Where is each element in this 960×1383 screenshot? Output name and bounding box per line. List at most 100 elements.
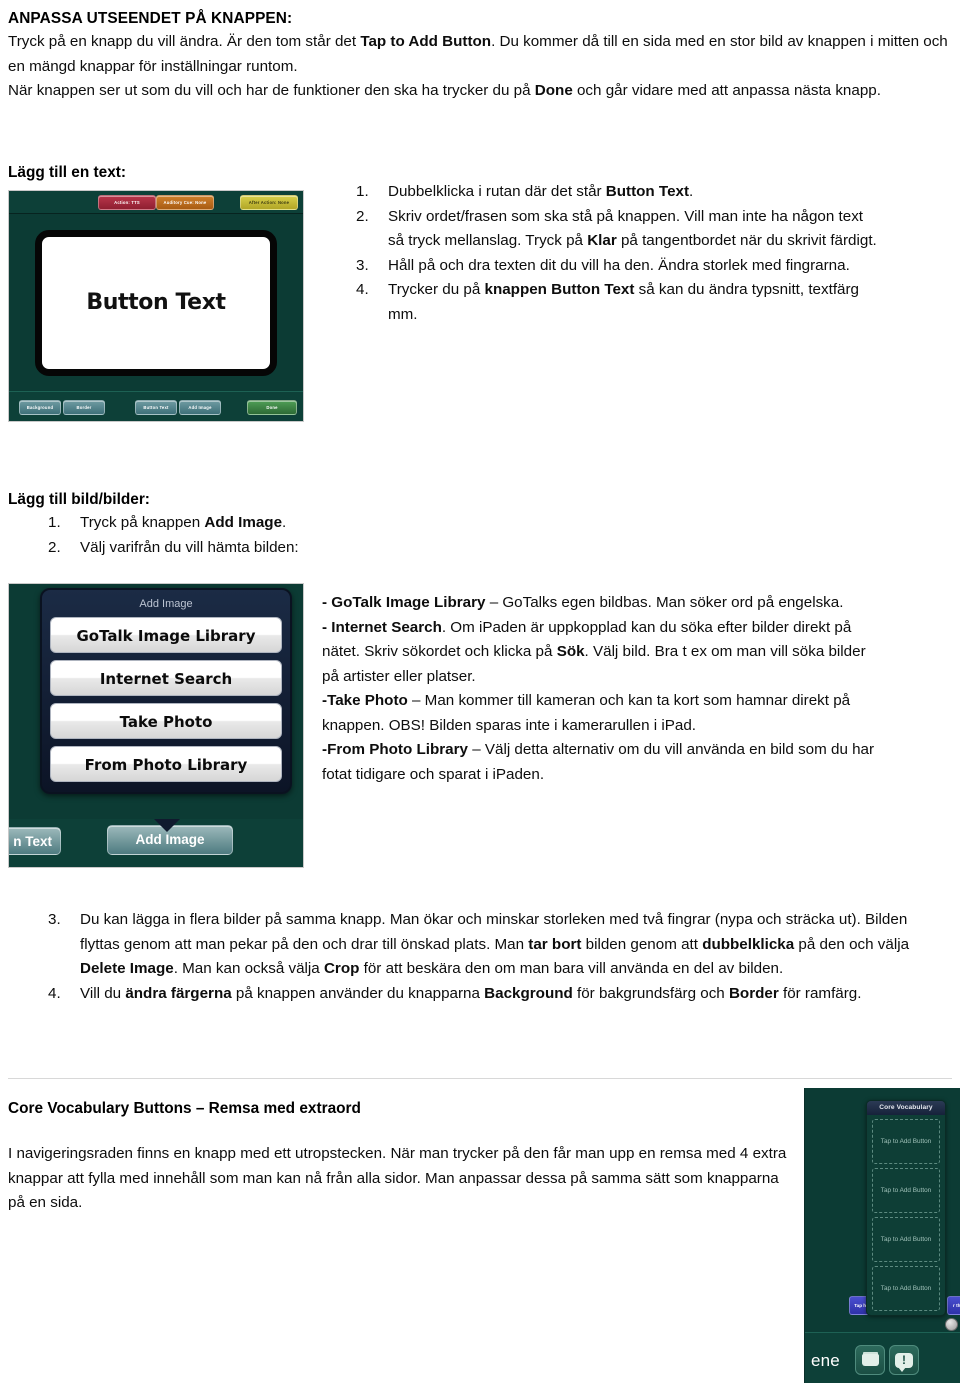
after-action-pill[interactable]: After Action: None	[240, 195, 298, 210]
step-number: 4.	[48, 984, 61, 1002]
add-image-screenshot: n Text Add Image Add Image GoTalk Image …	[8, 583, 304, 868]
folder-icon[interactable]	[855, 1345, 885, 1375]
from-photo-library-option[interactable]: From Photo Library	[50, 746, 282, 782]
list-item: 4. Vill du ändra färgerna på knappen anv…	[44, 982, 924, 1007]
internet-search-option[interactable]: Internet Search	[50, 660, 282, 696]
step-3-seg-3: dubbelklicka	[702, 935, 795, 953]
desc-term-2: Sök	[556, 643, 585, 660]
settings-gear-icon[interactable]	[945, 1318, 958, 1331]
button-editor-canvas-area: Button Text	[9, 213, 303, 392]
core-slot-2[interactable]: Tap to Add Button	[872, 1168, 940, 1213]
desc-term: GoTalk Image Library	[331, 594, 486, 611]
intro-paragraph-1: Tryck på en knapp du vill ändra. Är den …	[8, 30, 952, 79]
core-slot-3[interactable]: Tap to Add Button	[872, 1217, 940, 1262]
core-vocabulary-body: I navigeringsraden finns en knapp med et…	[8, 1142, 798, 1216]
take-photo-option[interactable]: Take Photo	[50, 703, 282, 739]
page-title: ANPASSA UTSEENDET PÅ KNAPPEN:	[8, 10, 293, 27]
desc-term: Take Photo	[327, 692, 408, 709]
desc-term: Internet Search	[331, 618, 442, 636]
action-tts-pill[interactable]: Action: TTS	[98, 195, 156, 210]
core-slot-1[interactable]: Tap to Add Button	[872, 1119, 940, 1164]
step-text-a: Håll på och dra texten dit du vill ha de…	[388, 256, 850, 274]
done-button[interactable]: Done	[247, 400, 297, 415]
desc-internet-search: - Internet Search. Om iPaden är uppkoppl…	[322, 616, 882, 690]
border-button[interactable]: Border	[63, 400, 105, 415]
button-editor-screenshot: Action: TTS Auditory Cue: None After Act…	[8, 190, 304, 422]
step-4-seg-1: ändra färgerna	[125, 984, 232, 1002]
step-text-a: Tryck på knappen	[80, 514, 205, 531]
desc-from-photo-library: -From Photo Library – Välj detta alterna…	[322, 738, 882, 787]
button-editor-top-toolbar: Action: TTS Auditory Cue: None After Act…	[9, 191, 303, 214]
intro-p2-bold: Done	[534, 82, 573, 99]
step-4-seg-0: Vill du	[80, 984, 126, 1002]
image-section-heading: Lägg till bild/bilder:	[8, 491, 150, 508]
step-text-bold: Klar	[587, 232, 617, 249]
add-image-popover: Add Image GoTalk Image Library Internet …	[40, 588, 292, 794]
core-vocabulary-popover: Core Vocabulary Tap to Add Button Tap to…	[866, 1100, 946, 1316]
step-number: 3.	[48, 911, 61, 928]
core-vocabulary-heading: Core Vocabulary Buttons – Remsa med extr…	[8, 1100, 361, 1117]
text-section-heading: Lägg till en text:	[8, 164, 126, 181]
step-number: 1.	[356, 183, 369, 200]
step-3-seg-4: på den och välja	[794, 935, 910, 953]
step-4-seg-2: på knappen använder du knapparna	[231, 984, 485, 1002]
auditory-cue-pill[interactable]: Auditory Cue: None	[156, 195, 214, 210]
intro-p2-part-c: och går vidare med att anpassa nästa kna…	[572, 82, 881, 99]
step-number: 2.	[48, 538, 61, 556]
button-text-toolbar-button[interactable]: n Text	[9, 827, 61, 855]
tap-here-pill-right[interactable]: r the	[947, 1296, 960, 1315]
intro-p2-part-a: När knappen ser ut som du vill och har d…	[8, 82, 535, 99]
button-preview-card[interactable]: Button Text	[35, 229, 277, 376]
step-text-bold: knappen Button Text	[484, 281, 635, 298]
list-item: 1. Tryck på knappen Add Image.	[44, 511, 604, 536]
step-number: 1.	[48, 514, 61, 531]
step-4-seg-5: Border	[728, 984, 779, 1002]
list-item: 1. Dubbelklicka i rutan där det står Butt…	[352, 180, 882, 205]
list-item: 2. Skriv ordet/frasen som ska stå på knap…	[352, 205, 882, 254]
step-text-a: Välj varifrån du vill hämta bilden:	[80, 538, 299, 556]
step-text-bold: Button Text	[605, 183, 690, 200]
button-editor-bottom-toolbar: Background Border Button Text Add Image …	[9, 391, 303, 421]
step-3-seg-2: bilden genom att	[581, 935, 703, 953]
list-item: 3. Håll på och dra texten dit du vill ha …	[352, 254, 882, 279]
intro-section: ANPASSA UTSEENDET PÅ KNAPPEN: Tryck på e…	[8, 7, 952, 104]
add-image-popover-title: Add Image	[139, 598, 193, 610]
add-image-button[interactable]: Add Image	[179, 400, 221, 415]
step-3-seg-5: Delete Image	[80, 960, 174, 977]
popover-arrow-icon	[154, 819, 180, 832]
desc-body: – GoTalks egen bildbas. Man söker ord på…	[485, 594, 844, 611]
core-slot-4[interactable]: Tap to Add Button	[872, 1266, 940, 1311]
core-navigation-bar: ene !	[805, 1332, 960, 1383]
gotalk-image-library-option[interactable]: GoTalk Image Library	[50, 617, 282, 653]
button-preview-text: Button Text	[86, 290, 226, 315]
speech-bubble-exclamation-icon[interactable]: !	[889, 1345, 919, 1375]
desc-take-photo: -Take Photo – Man kommer till kameran oc…	[322, 689, 882, 738]
image-steps-list: 1. Tryck på knappen Add Image. 2. Välj var…	[44, 511, 604, 560]
lower-steps-list: 3. Du kan lägga in flera bilder på samma…	[44, 908, 924, 1006]
page-name-label: ene	[811, 1351, 840, 1370]
step-text-a: Dubbelklicka i rutan där det står	[388, 183, 606, 200]
core-vocabulary-popover-title: Core Vocabulary	[867, 1101, 945, 1115]
step-text-a: Trycker du på	[388, 281, 485, 298]
step-text-c: .	[282, 514, 287, 531]
step-4-seg-3: Background	[484, 984, 573, 1002]
button-text-button[interactable]: Button Text	[135, 400, 177, 415]
background-button[interactable]: Background	[19, 400, 61, 415]
desc-term: From Photo Library	[327, 741, 468, 758]
desc-dash: -	[322, 618, 332, 636]
section-divider	[8, 1078, 952, 1079]
list-item: 4. Trycker du på knappen Button Text så k…	[352, 278, 882, 327]
step-text-bold: Add Image	[204, 514, 283, 531]
document-page: ANPASSA UTSEENDET PÅ KNAPPEN: Tryck på e…	[0, 0, 960, 1383]
step-3-seg-1: tar bort	[528, 935, 582, 953]
step-number: 2.	[356, 207, 369, 225]
image-options-descriptions: - GoTalk Image Library – GoTalks egen bi…	[322, 591, 882, 787]
core-vocabulary-screenshot: Tap here t r the Core Vocabulary Tap to …	[804, 1088, 960, 1383]
step-3-seg-7: Crop	[323, 960, 360, 977]
core-vocabulary-paragraph: I navigeringsraden finns en knapp med et…	[8, 1145, 787, 1211]
intro-p1-bold: Tap to Add Button	[360, 33, 492, 50]
step-text-c: .	[689, 183, 694, 200]
step-4-seg-4: för bakgrundsfärg och	[572, 984, 729, 1002]
desc-gotalk-image-library: - GoTalk Image Library – GoTalks egen bi…	[322, 591, 882, 616]
step-3-seg-8: för att beskära den om man bara vill anv…	[359, 960, 784, 977]
